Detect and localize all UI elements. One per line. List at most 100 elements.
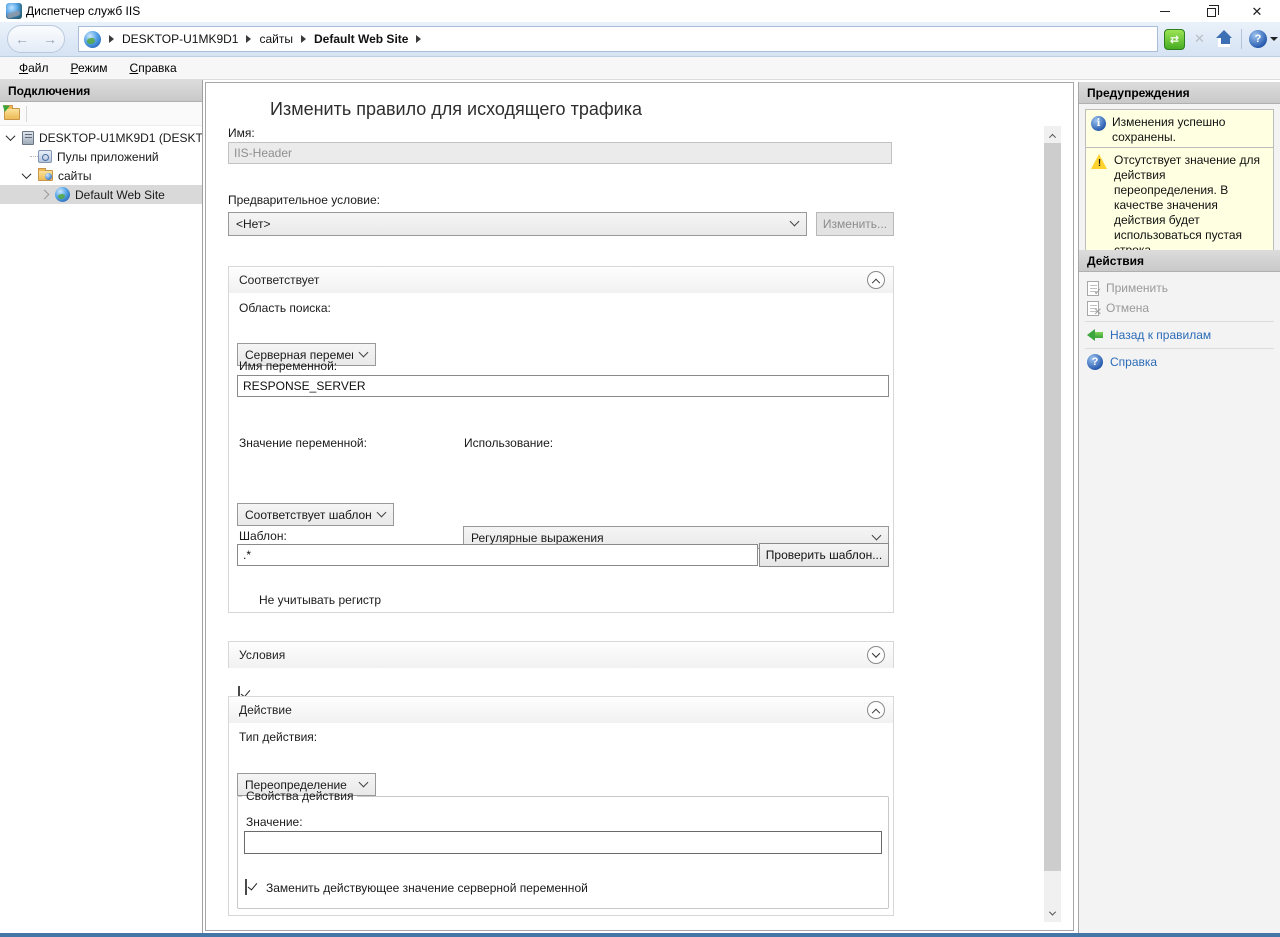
tree-item-default-web-site[interactable]: Default Web Site bbox=[0, 185, 202, 204]
main-content: Изменить правило для исходящего трафика … bbox=[205, 82, 1074, 931]
stop-icon: ✕ bbox=[1194, 31, 1205, 47]
breadcrumb-item-site[interactable]: Default Web Site bbox=[314, 32, 408, 46]
tree-item-app-pools[interactable]: Пулы приложений bbox=[0, 147, 202, 166]
expander-right-icon[interactable] bbox=[40, 190, 50, 200]
window-title: Диспетчер служб IIS bbox=[26, 4, 140, 18]
cancel-action: ✕ Отмена bbox=[1079, 298, 1280, 318]
chevron-down-icon bbox=[790, 217, 800, 227]
forward-nav-button[interactable]: → bbox=[43, 32, 57, 46]
alerts-header: Предупреждения bbox=[1079, 82, 1280, 104]
chevron-down-icon bbox=[359, 347, 369, 357]
edit-precondition-button: Изменить... bbox=[816, 212, 894, 236]
menu-view[interactable]: Режим bbox=[62, 58, 117, 78]
help-label: Справка bbox=[1110, 355, 1157, 369]
back-to-rules-action[interactable]: Назад к правилам bbox=[1079, 325, 1280, 345]
divider bbox=[1241, 29, 1242, 49]
connections-header: Подключения bbox=[0, 80, 202, 102]
breadcrumb-separator-icon bbox=[246, 35, 251, 43]
menu-file[interactable]: Файл bbox=[10, 58, 58, 78]
nav-buttons: ← → bbox=[7, 25, 65, 53]
menu-bar: Файл Режим Справка bbox=[0, 57, 1280, 80]
warning-icon bbox=[1091, 154, 1108, 169]
home-button[interactable] bbox=[1214, 29, 1234, 49]
collapse-button[interactable] bbox=[867, 271, 885, 289]
server-icon bbox=[22, 131, 34, 145]
alert-info-text: Изменения успешно сохранены. bbox=[1112, 115, 1269, 145]
tree-item-label: Пулы приложений bbox=[57, 150, 159, 164]
help-action[interactable]: ? Справка bbox=[1079, 352, 1280, 372]
tree-item-label: DESKTOP-U1MK9D1 (DESKTOP bbox=[39, 131, 202, 145]
value-field[interactable] bbox=[244, 831, 882, 854]
breadcrumb-separator-icon bbox=[416, 35, 421, 43]
stop-button: ✕ bbox=[1190, 30, 1209, 49]
divider bbox=[1085, 348, 1274, 349]
tree-line bbox=[30, 156, 38, 157]
divider bbox=[1085, 321, 1274, 322]
alert-warning-text: Отсутствует значение для действия переоп… bbox=[1114, 153, 1269, 258]
scroll-down-button[interactable] bbox=[1044, 905, 1061, 922]
tree-item-label: сайты bbox=[58, 169, 92, 183]
conditions-section-title: Условия bbox=[239, 648, 285, 662]
precondition-value: <Нет> bbox=[236, 217, 784, 231]
ignore-case-label: Не учитывать регистр bbox=[259, 593, 381, 607]
back-arrow-icon bbox=[1087, 329, 1103, 341]
precondition-select[interactable]: <Нет> bbox=[228, 212, 807, 236]
expander-down-icon[interactable] bbox=[6, 131, 16, 141]
right-panel: Предупреждения i Изменения успешно сохра… bbox=[1078, 82, 1280, 933]
minimize-button[interactable] bbox=[1142, 0, 1188, 22]
edit-precondition-label: Изменить... bbox=[823, 217, 887, 231]
scrollbar-thumb[interactable] bbox=[1044, 143, 1061, 871]
sites-folder-icon bbox=[38, 170, 53, 181]
match-section: Соответствует Область поиска: Серверная … bbox=[228, 266, 894, 613]
variable-value-select[interactable]: Соответствует шаблону bbox=[237, 503, 394, 526]
refresh-button[interactable]: ⇄ bbox=[1164, 29, 1185, 50]
test-pattern-label: Проверить шаблон... bbox=[766, 548, 882, 562]
collapse-button[interactable] bbox=[867, 701, 885, 719]
breadcrumb[interactable]: DESKTOP-U1MK9D1 сайты Default Web Site bbox=[78, 26, 1158, 52]
variable-name-label: Имя переменной: bbox=[239, 359, 337, 373]
info-icon: i bbox=[1091, 116, 1106, 131]
menu-help[interactable]: Справка bbox=[121, 58, 186, 78]
replace-value-checkbox[interactable] bbox=[245, 879, 247, 895]
apply-icon: ✓ bbox=[1087, 281, 1099, 296]
refresh-icon: ⇄ bbox=[1170, 33, 1179, 46]
action-properties-legend: Свойства действия bbox=[242, 789, 357, 803]
close-button[interactable]: ✕ bbox=[1234, 0, 1280, 22]
scroll-up-button[interactable] bbox=[1044, 126, 1061, 143]
expander-down-icon[interactable] bbox=[22, 169, 32, 179]
variable-value-value: Соответствует шаблону bbox=[245, 508, 371, 522]
chevron-down-icon bbox=[359, 777, 369, 787]
pattern-label: Шаблон: bbox=[239, 529, 287, 543]
apply-label: Применить bbox=[1106, 281, 1168, 295]
minimize-icon bbox=[1160, 11, 1170, 12]
tree-item-sites[interactable]: сайты bbox=[0, 166, 202, 185]
alert-info: i Изменения успешно сохранены. bbox=[1085, 109, 1274, 151]
value-label: Значение: bbox=[246, 815, 303, 829]
chevron-down-icon bbox=[1049, 909, 1056, 916]
match-section-header[interactable]: Соответствует bbox=[229, 267, 893, 293]
breadcrumb-item-server[interactable]: DESKTOP-U1MK9D1 bbox=[122, 32, 238, 46]
test-pattern-button[interactable]: Проверить шаблон... bbox=[759, 543, 889, 567]
restore-button[interactable] bbox=[1188, 0, 1234, 22]
help-menu-button[interactable]: ? bbox=[1249, 30, 1278, 48]
variable-value-label: Значение переменной: bbox=[239, 436, 367, 450]
connections-panel: Подключения DESKTOP-U1MK9D1 (DESKTOP Пул… bbox=[0, 80, 203, 933]
iis-app-icon bbox=[6, 3, 22, 19]
name-field bbox=[228, 142, 892, 164]
cancel-icon: ✕ bbox=[1087, 301, 1099, 316]
action-section-header[interactable]: Действие bbox=[229, 697, 893, 723]
page-title: Изменить правило для исходящего трафика bbox=[270, 99, 642, 120]
action-section: Действие Тип действия: Переопределение С… bbox=[228, 696, 894, 916]
conditions-section-header[interactable]: Условия bbox=[229, 642, 893, 668]
using-label: Использование: bbox=[464, 436, 553, 450]
chevron-down-icon bbox=[1270, 37, 1278, 41]
tree-item-server[interactable]: DESKTOP-U1MK9D1 (DESKTOP bbox=[0, 128, 202, 147]
expand-button[interactable] bbox=[867, 646, 885, 664]
back-nav-button[interactable]: ← bbox=[15, 32, 29, 46]
save-connections-icon[interactable] bbox=[4, 108, 20, 120]
main-scrollbar[interactable] bbox=[1044, 126, 1061, 922]
breadcrumb-item-sites[interactable]: сайты bbox=[259, 32, 293, 46]
pattern-field[interactable] bbox=[237, 544, 758, 566]
name-label: Имя: bbox=[228, 126, 255, 140]
variable-name-field[interactable] bbox=[237, 375, 889, 397]
